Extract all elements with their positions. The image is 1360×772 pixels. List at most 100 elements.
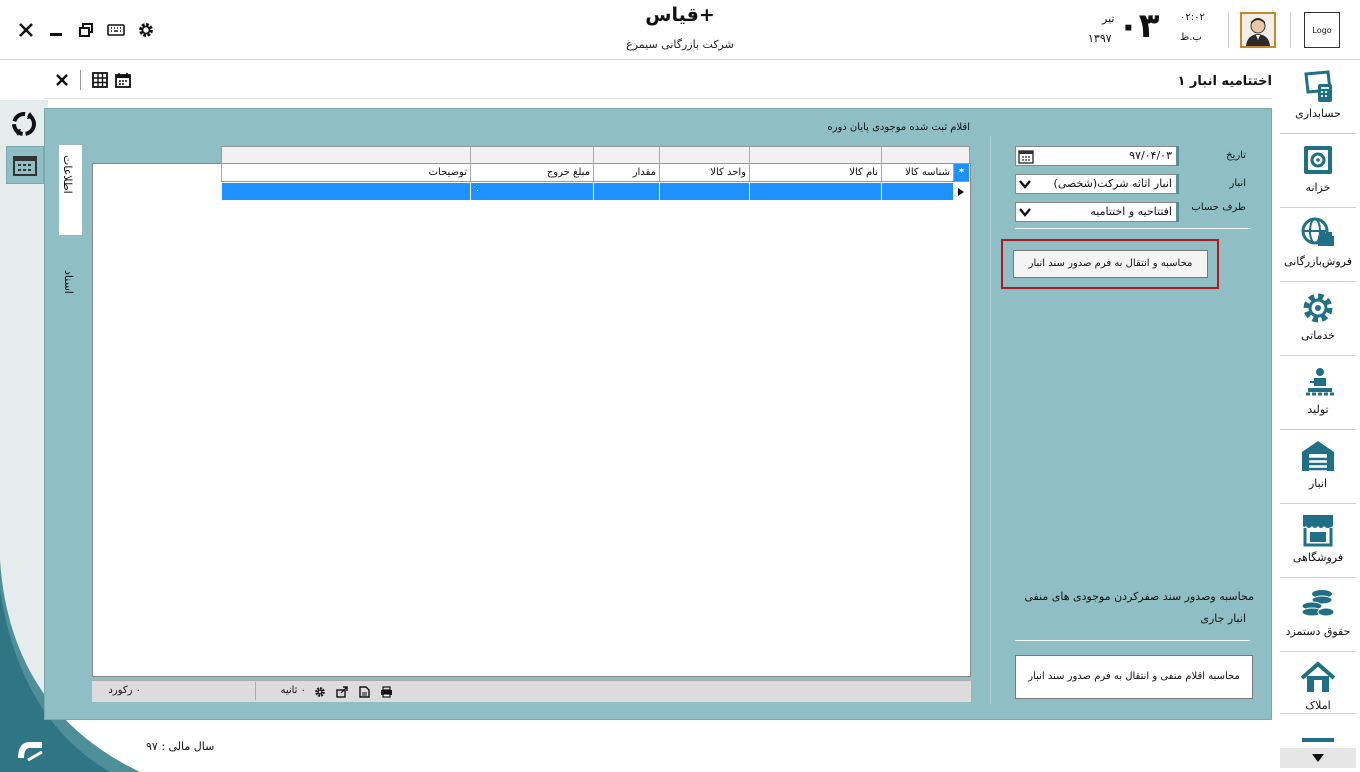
account-label: طرف حساب [1191,202,1246,213]
grid-settings-button[interactable] [313,685,327,699]
nav-label: خدماتی [1300,329,1336,342]
field-accent [1176,146,1179,166]
account-dropdown-arrow[interactable] [1018,206,1032,218]
refresh-icon [12,112,36,136]
account-select[interactable]: افتتاحیه و اختتامیه [1015,202,1179,222]
calendar-icon [13,156,37,176]
date-picker-button[interactable] [1018,148,1034,164]
field-accent [1176,202,1179,222]
date-field[interactable]: ۹۷/۰۴/۰۳ [1015,146,1179,166]
calendar-view-button[interactable] [113,70,133,90]
panel-divider [990,136,991,704]
export-button[interactable] [335,685,349,699]
globe-trade-icon [1300,216,1336,252]
nav-item-treasury[interactable]: خزانه [1280,134,1356,208]
calendar-tool-button[interactable] [6,146,44,184]
filter-cell-divider [749,147,750,163]
restore-button[interactable] [74,18,98,42]
keyboard-icon [107,24,125,36]
clock-ampm: ب.ظ [1180,32,1202,43]
nav-item-production[interactable]: تولید [1280,356,1356,430]
product-logo-icon [18,742,43,762]
app-title: قیاس+ [645,4,715,26]
close-icon [19,23,33,37]
form-separator [1015,640,1250,641]
calendar-icon [1018,150,1034,164]
table-icon [92,72,108,88]
fiscal-year: سال مالی : ۹۷ [146,740,215,753]
negative-desc-line1: محاسبه وصدور سند صفرکردن موجودی های منفی [1024,590,1254,603]
chevron-down-icon [1019,180,1031,189]
cell-quantity[interactable] [593,183,659,200]
app-header: قیاس+ شرکت بازرگانی سیمرغ ۱۳۹۷ تیر ۰۳ ۰۲… [0,0,1360,60]
production-icon [1300,364,1336,400]
nav-label: املاک [1305,699,1331,712]
nav-item-services[interactable]: خدماتی [1280,282,1356,356]
printer-icon [380,686,392,698]
row-indicator[interactable] [953,183,969,200]
column-header-item-name[interactable]: نام کالا [749,164,881,182]
tab-docs[interactable]: اسناد [60,260,82,320]
nav-item-trade-sales[interactable]: فروش‌بازرگانی [1280,208,1356,282]
calc-transfer-button[interactable]: محاسبه و انتقال به فرم صدور سند انبار [1013,250,1208,278]
toolbar-underline [44,98,1272,99]
nav-label: تولید [1307,403,1329,416]
nav-item-property[interactable]: املاک [1280,652,1356,714]
form-title: اختتامیه انبار ۱ [1177,74,1272,89]
tab-info-label: اطلاعات [61,155,74,194]
filter-cell-divider [470,147,471,163]
product-logo [14,722,44,762]
column-header-unit[interactable]: واحد کالا [659,164,749,182]
items-grid[interactable] [92,163,971,677]
cell-item-name[interactable] [749,183,881,200]
nav-item-warehouse[interactable]: انبار [1280,430,1356,504]
warehouse-select[interactable]: انبار اثاثه شرکت(شخصی) [1015,174,1179,194]
column-header-item-id[interactable]: شناسه کالا [881,164,953,182]
header-divider [1228,12,1229,48]
column-header-exit-amount[interactable]: مبلغ خروج [470,164,593,182]
document-icon [359,686,370,698]
date-year: ۱۳۹۷ [1088,32,1112,45]
nav-label: انبار [1308,477,1328,490]
grid-caption: اقلام ثبت شده موجودی پایان دوره [827,122,970,133]
close-app-button[interactable] [14,18,38,42]
calc-negative-button[interactable]: محاسبه اقلام منفی و انتقال به فرم صدور س… [1015,655,1253,699]
cell-unit[interactable] [659,183,749,200]
warehouse-dropdown-arrow[interactable] [1018,178,1032,190]
company-logo: Logo [1304,12,1340,48]
nav-scroll-down-button[interactable] [1280,748,1356,768]
refresh-button[interactable] [8,108,40,140]
field-accent [1176,174,1179,194]
restore-icon [79,23,93,37]
toolbar-divider [80,70,81,90]
date-month: تیر [1102,12,1115,25]
nav-next-item-hint [1302,738,1334,742]
close-form-button[interactable] [52,70,72,90]
settings-button[interactable] [134,18,158,42]
gear-icon [139,23,153,37]
column-header-description[interactable]: توضیحات [221,164,470,182]
cell-description[interactable] [221,183,470,200]
pdf-button[interactable] [357,685,371,699]
nav-label: حقوق دستمزد [1285,625,1351,638]
cell-exit-amount[interactable]: ۰ [470,183,593,200]
tab-info[interactable]: اطلاعات [58,144,82,236]
property-icon [1300,660,1336,696]
nav-item-accounting[interactable]: حسابداری [1280,60,1356,134]
minimize-button[interactable] [44,18,68,42]
export-icon [336,686,348,698]
nav-item-payroll[interactable]: حقوق دستمزد [1280,578,1356,652]
column-header-quantity[interactable]: مقدار [593,164,659,182]
triangle-down-icon [1312,754,1324,762]
grid-filter-row[interactable] [221,146,970,164]
keyboard-button[interactable] [104,18,128,42]
print-button[interactable] [379,685,393,699]
user-avatar[interactable] [1240,12,1276,48]
record-count: ۰ رکورد [96,682,256,700]
grid-view-button[interactable] [90,70,110,90]
nav-label: فروشگاهی [1292,551,1344,564]
row-pointer-icon [958,187,964,196]
filter-cell-divider [593,147,594,163]
nav-item-store[interactable]: فروشگاهی [1280,504,1356,578]
cell-item-id[interactable] [881,183,953,200]
